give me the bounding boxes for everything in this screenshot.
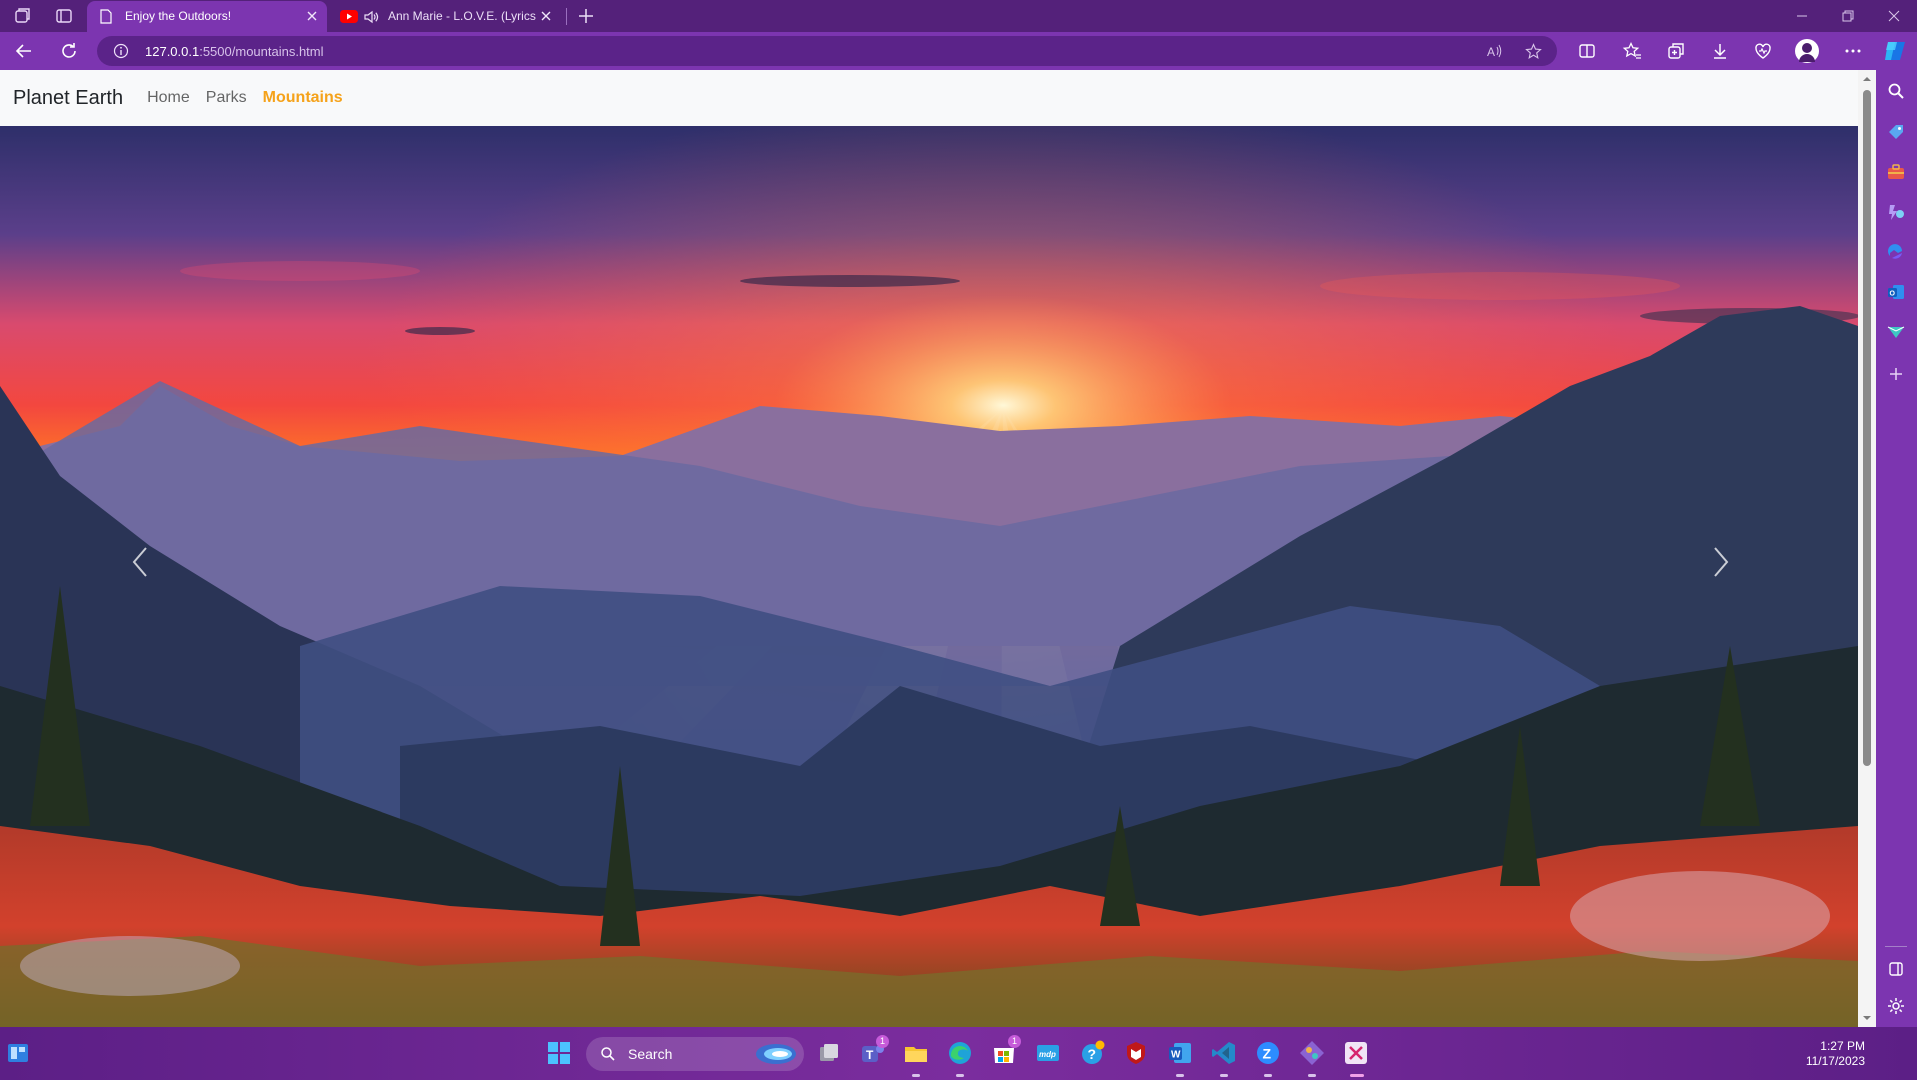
svg-text:W: W [1171,1050,1181,1061]
new-tab-icon[interactable] [576,6,596,26]
games-icon[interactable] [1886,202,1906,222]
file-explorer-icon[interactable] [902,1039,930,1067]
git-tool-icon[interactable] [1298,1039,1326,1067]
carousel-next-icon[interactable] [1705,542,1735,582]
favorite-star-icon[interactable] [1525,43,1542,60]
refresh-icon[interactable] [59,41,79,61]
nav-home[interactable]: Home [147,89,190,107]
sidebar-settings-icon[interactable] [1886,996,1906,1016]
store-badge: 1 [1008,1035,1021,1048]
scroll-thumb[interactable] [1863,90,1871,766]
close-tab-icon[interactable] [539,9,553,23]
site-info-icon[interactable] [113,43,129,59]
more-options-icon[interactable] [1843,41,1863,61]
microsoft365-icon[interactable] [1886,242,1906,262]
add-sidebar-app-icon[interactable] [1886,364,1906,384]
nav-parks[interactable]: Parks [206,89,247,107]
outlook-icon[interactable]: O [1886,282,1906,302]
tools-briefcase-icon[interactable] [1886,162,1906,182]
copilot-icon[interactable] [1882,38,1908,64]
mountain-sunset-image [0,126,1858,1027]
split-screen-icon[interactable] [1577,41,1597,61]
mcafee-shield-icon[interactable] [1122,1039,1150,1067]
windows-taskbar: Search T 1 1 mdp ? W Z 1:27 PM 11/17/202… [0,1027,1917,1080]
word-icon[interactable]: W [1166,1039,1194,1067]
edge-icon[interactable] [946,1039,974,1067]
snipping-tool-icon[interactable] [1342,1039,1370,1067]
carousel-prev-icon[interactable] [126,542,156,582]
search-label: Search [628,1046,673,1062]
address-bar[interactable]: 127.0.0.1:5500/mountains.html A [97,36,1557,66]
read-aloud-icon[interactable]: A [1486,43,1503,60]
running-indicator [956,1074,964,1077]
browser-essentials-icon[interactable] [1753,41,1773,61]
system-clock[interactable]: 1:27 PM 11/17/2023 [1806,1039,1865,1069]
widgets-icon[interactable] [6,1041,30,1065]
teams-badge: 1 [876,1035,889,1048]
scroll-up-icon[interactable] [1862,74,1872,84]
svg-text:O: O [1890,291,1896,298]
drop-send-icon[interactable] [1886,322,1906,342]
workspaces-icon[interactable] [13,6,33,26]
search-icon [600,1046,616,1062]
site-navbar: Planet Earth Home Parks Mountains [0,70,1858,126]
mcafee-mdp-icon[interactable]: mdp [1034,1039,1062,1067]
svg-text:T: T [866,1048,874,1062]
search-icon[interactable] [1886,81,1906,101]
windows-start-icon[interactable] [545,1039,573,1067]
page-viewport: Planet Earth Home Parks Mountains [0,70,1876,1027]
svg-text:Z: Z [1263,1046,1272,1062]
clock-date: 11/17/2023 [1805,1054,1865,1068]
page-scrollbar[interactable] [1858,70,1876,1027]
youtube-icon [340,10,358,23]
collections-icon[interactable] [1666,41,1686,61]
tab-ann-marie-love[interactable]: Ann Marie - L.O.V.E. (Lyrics) [330,1,565,32]
brand-link[interactable]: Planet Earth [13,87,123,110]
url-host: 127.0.0.1 [145,44,200,59]
sidebar-divider [1885,946,1907,947]
tab-actions-icon[interactable] [54,6,74,26]
restore-icon[interactable] [1840,8,1856,24]
active-indicator [1350,1074,1364,1077]
nav-mountains[interactable]: Mountains [263,89,343,107]
minimize-icon[interactable] [1794,8,1810,24]
tab-enjoy-the-outdoors[interactable]: Enjoy the Outdoors! [87,1,327,32]
task-view-icon[interactable] [815,1039,843,1067]
search-highlight-icon [754,1041,798,1067]
svg-text:A: A [1487,45,1495,59]
running-indicator [1264,1074,1272,1077]
close-tab-icon[interactable] [305,9,319,23]
hero-carousel [0,126,1858,1027]
scroll-down-icon[interactable] [1862,1013,1872,1023]
close-window-icon[interactable] [1886,8,1902,24]
running-indicator [1220,1074,1228,1077]
shopping-tag-icon[interactable] [1886,122,1906,142]
page-icon [99,9,113,24]
clock-time: 1:27 PM [1820,1039,1865,1053]
profile-avatar[interactable] [1795,39,1819,63]
address-toolbar: 127.0.0.1:5500/mountains.html A [0,32,1917,70]
tab-strip: Enjoy the Outdoors! Ann Marie - L.O.V.E.… [0,0,1917,32]
tab-divider [566,8,567,25]
tab-title: Ann Marie - L.O.V.E. (Lyrics) [388,9,536,23]
svg-text:mdp: mdp [1039,1050,1056,1059]
svg-text:?: ? [1088,1046,1097,1062]
running-indicator [912,1074,920,1077]
running-indicator [1176,1074,1184,1077]
favorites-icon[interactable] [1622,41,1642,61]
url-path: :5500/mountains.html [199,44,324,59]
back-icon[interactable] [14,41,34,61]
downloads-icon[interactable] [1710,41,1730,61]
speaker-icon[interactable] [363,9,379,25]
running-indicator [1308,1074,1316,1077]
tab-title: Enjoy the Outdoors! [125,9,232,23]
taskbar-search-box[interactable]: Search [586,1037,804,1071]
vscode-icon[interactable] [1210,1039,1238,1067]
url-text[interactable]: 127.0.0.1:5500/mountains.html [145,44,324,59]
hide-sidebar-icon[interactable] [1886,959,1906,979]
zoom-icon[interactable]: Z [1254,1039,1282,1067]
edge-sidebar: O [1876,70,1917,1027]
get-help-icon[interactable]: ? [1078,1039,1106,1067]
